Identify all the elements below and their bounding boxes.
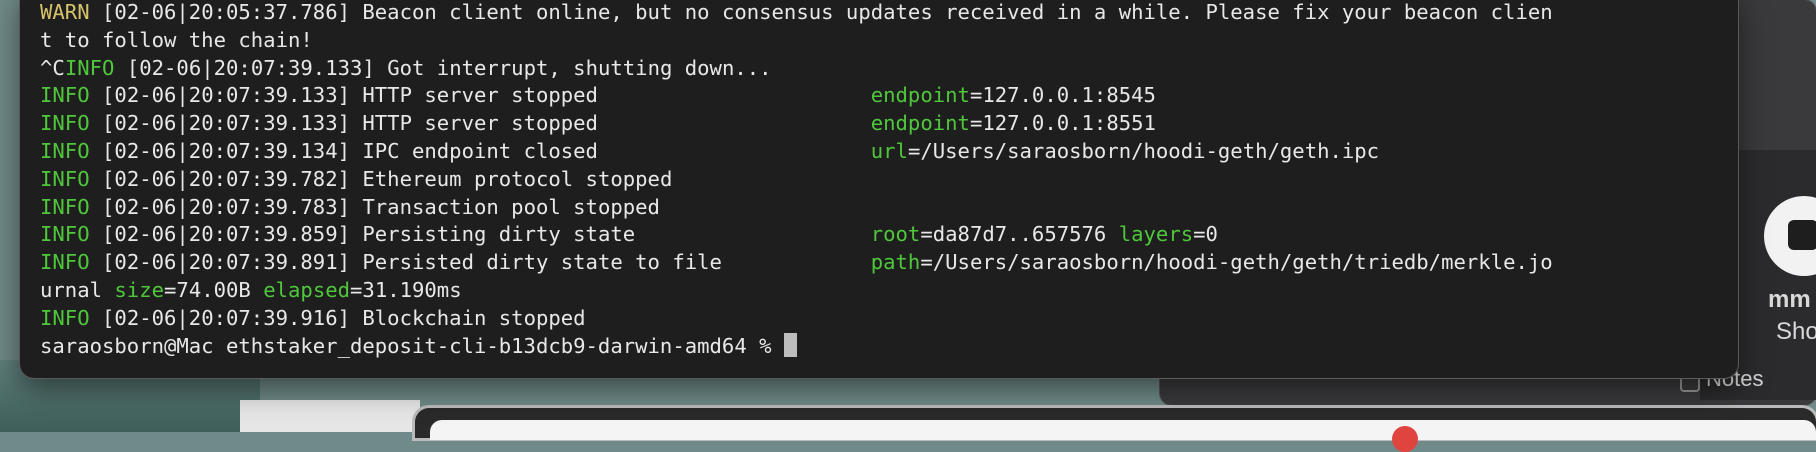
shell-prompt: saraosborn@Mac ethstaker_deposit-cli-b13… (40, 333, 784, 358)
background-label-partial: Sho (1776, 318, 1816, 345)
log-message: [02-06|20:07:39.783] Transaction pool st… (102, 194, 660, 219)
log-value: =127.0.0.1:8551 (969, 111, 1156, 136)
log-level: INFO (40, 138, 90, 163)
terminal-line: INFO [02-06|20:07:39.134] IPC endpoint c… (40, 138, 1724, 166)
log-message: [02-06|20:07:39.859] Persisting dirty st… (102, 222, 871, 247)
log-key: layers (1118, 222, 1194, 247)
log-level: INFO (40, 222, 90, 247)
terminal-line: INFO [02-06|20:07:39.133] HTTP server st… (40, 82, 1724, 110)
log-message: [02-06|20:07:39.133] HTTP server stopped (102, 83, 871, 108)
terminal-output: WARN [02-06|20:05:37.786] Beacon client … (40, 0, 1724, 360)
close-window-button[interactable] (1392, 426, 1418, 452)
log-message: [02-06|20:07:39.133] HTTP server stopped (102, 111, 871, 136)
terminal-window[interactable]: WARN [02-06|20:05:37.786] Beacon client … (20, 0, 1738, 378)
log-key: endpoint (870, 83, 970, 108)
text-cursor (783, 332, 797, 357)
log-level: INFO (40, 111, 90, 136)
log-message: [02-06|20:07:39.891] Persisted dirty sta… (102, 250, 871, 275)
terminal-line: INFO [02-06|20:07:39.916] Blockchain sto… (40, 305, 1724, 333)
terminal-line: t to follow the chain! (40, 27, 1724, 55)
log-key: path (870, 250, 921, 275)
log-key: endpoint (870, 111, 970, 136)
terminal-line: INFO [02-06|20:07:39.891] Persisted dirt… (40, 249, 1724, 277)
log-key: size (114, 277, 165, 302)
log-value: =31.190ms (350, 277, 462, 302)
interrupt-prefix: ^C (40, 55, 65, 80)
terminal-line: INFO [02-06|20:07:39.782] Ethereum proto… (40, 166, 1724, 194)
log-message: [02-06|20:07:39.916] Blockchain stopped (102, 305, 586, 330)
log-value: =/Users/saraosborn/hoodi-geth/geth/tried… (920, 250, 1553, 275)
terminal-line: urnal size=74.00B elapsed=31.190ms (40, 277, 1724, 305)
log-value: =0 (1193, 222, 1218, 247)
log-message: urnal (40, 277, 115, 302)
terminal-line: INFO [02-06|20:07:39.859] Persisting dir… (40, 221, 1724, 249)
log-message: [02-06|20:05:37.786] Beacon client onlin… (102, 0, 1553, 24)
log-value: =127.0.0.1:8545 (969, 83, 1156, 108)
log-message: [02-06|20:07:39.782] Ethereum protocol s… (102, 166, 673, 191)
log-value: =74.00B (164, 277, 264, 302)
log-level: WARN (40, 0, 90, 24)
terminal-line: INFO [02-06|20:07:39.783] Transaction po… (40, 194, 1724, 222)
log-key: url (870, 138, 908, 163)
log-value: =da87d7..657576 (920, 222, 1119, 247)
log-level: INFO (40, 166, 90, 191)
terminal-line: INFO [02-06|20:07:39.133] HTTP server st… (40, 110, 1724, 138)
background-label-partial: mm (1768, 286, 1811, 313)
log-value: =/Users/saraosborn/hoodi-geth/geth.ipc (907, 138, 1380, 163)
log-level: INFO (40, 83, 90, 108)
background-window-titlebar (430, 420, 1816, 440)
log-level: INFO (64, 55, 115, 80)
log-level: INFO (40, 194, 90, 219)
terminal-line: WARN [02-06|20:05:37.786] Beacon client … (40, 0, 1724, 27)
log-message: t to follow the chain! (40, 27, 313, 52)
terminal-line: ^CINFO [02-06|20:07:39.133] Got interrup… (40, 55, 1724, 83)
shell-prompt-line[interactable]: saraosborn@Mac ethstaker_deposit-cli-b13… (40, 332, 1724, 361)
log-level: INFO (40, 305, 90, 330)
log-key: elapsed (263, 277, 351, 302)
log-message: [02-06|20:07:39.133] Got interrupt, shut… (126, 55, 772, 80)
background-window-edge (240, 400, 420, 432)
log-key: root (870, 222, 921, 247)
log-message: [02-06|20:07:39.134] IPC endpoint closed (102, 138, 871, 163)
log-level: INFO (40, 250, 90, 275)
